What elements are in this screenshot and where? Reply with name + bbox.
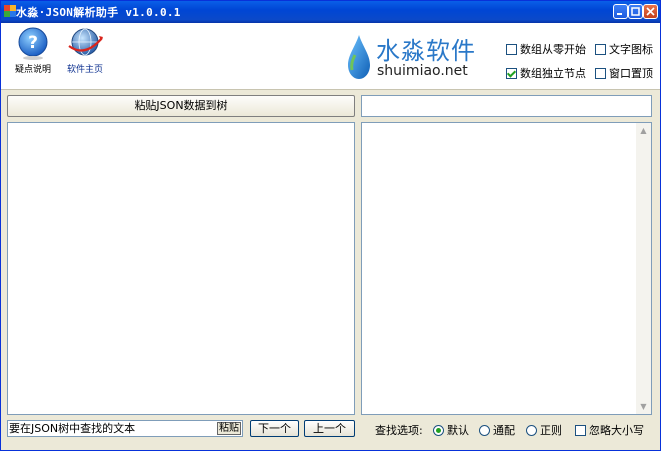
close-button[interactable] [643, 4, 658, 19]
scroll-down-icon[interactable]: ▼ [636, 399, 651, 414]
window-title: 水淼·JSON解析助手 v1.0.0.1 [16, 6, 181, 19]
app-logo-icon [4, 5, 16, 17]
checkbox-box[interactable] [595, 67, 606, 79]
radio-dot[interactable] [526, 424, 537, 436]
toolbar: ? 疑点说明 软件主页 水淼软件 shuimiao.net 数组从零开始 文字图… [1, 23, 660, 90]
search-mode-default-radio[interactable]: 默认 [433, 422, 469, 438]
search-input[interactable]: 要在JSON树中查找的文本 粘贴 [7, 420, 243, 437]
ignore-case-checkbox[interactable]: 忽略大小写 [575, 422, 644, 438]
question-icon: ? [18, 27, 48, 60]
node-path-field[interactable] [361, 95, 652, 117]
title-bar[interactable]: 水淼·JSON解析助手 v1.0.0.1 [1, 1, 660, 23]
search-options-label: 查找选项: [375, 424, 423, 437]
json-tree-view[interactable] [7, 122, 355, 415]
scroll-up-icon[interactable]: ▲ [636, 123, 651, 138]
text-icon-label: 文字图标 [609, 43, 653, 56]
find-previous-button[interactable]: 上一个 [304, 420, 355, 437]
help-tool-button[interactable]: ? 疑点说明 [7, 26, 59, 75]
brand-domain: shuimiao.net [377, 63, 468, 79]
search-mode-wildcard-label: 通配 [493, 424, 515, 437]
brand-name: 水淼软件 [376, 37, 476, 65]
checkbox-box[interactable] [575, 424, 586, 436]
vertical-scrollbar[interactable]: ▲ ▼ [636, 123, 651, 414]
globe-icon [68, 28, 103, 56]
close-icon [646, 7, 655, 16]
paste-json-to-tree-button[interactable]: 粘贴JSON数据到树 [7, 95, 355, 117]
search-mode-regex-label: 正则 [540, 424, 562, 437]
array-independent-node-label: 数组独立节点 [520, 67, 586, 80]
app-window: 水淼·JSON解析助手 v1.0.0.1 ? 疑点说明 软件主页 水淼软件 sh… [0, 0, 661, 451]
help-tool-label: 疑点说明 [14, 65, 51, 75]
search-mode-wildcard-radio[interactable]: 通配 [479, 422, 515, 438]
radio-dot-selected[interactable] [433, 424, 444, 436]
search-mode-regex-radio[interactable]: 正则 [526, 422, 562, 438]
minimize-button[interactable] [613, 4, 628, 19]
maximize-button[interactable] [628, 4, 643, 19]
checkbox-box[interactable] [506, 43, 517, 55]
ignore-case-label: 忽略大小写 [589, 424, 644, 437]
maximize-icon [631, 7, 640, 16]
search-input-text: 要在JSON树中查找的文本 [9, 422, 136, 435]
radio-dot[interactable] [479, 424, 490, 436]
water-drop-icon [348, 35, 370, 79]
window-top-label: 窗口置顶 [609, 67, 653, 80]
home-tool-button[interactable]: 软件主页 [59, 26, 111, 75]
search-paste-button[interactable]: 粘贴 [217, 422, 241, 435]
home-tool-label: 软件主页 [66, 65, 103, 75]
minimize-icon [617, 13, 622, 15]
find-next-button[interactable]: 下一个 [250, 420, 299, 437]
search-mode-default-label: 默认 [447, 424, 469, 437]
svg-text:?: ? [28, 33, 38, 53]
checkbox-box[interactable] [595, 43, 606, 55]
array-from-zero-checkbox[interactable]: 数组从零开始 [506, 41, 586, 57]
window-top-checkbox[interactable]: 窗口置顶 [595, 65, 653, 81]
checkbox-box-checked[interactable] [506, 67, 517, 79]
array-from-zero-label: 数组从零开始 [520, 43, 586, 56]
text-icon-checkbox[interactable]: 文字图标 [595, 41, 653, 57]
node-value-text-area[interactable]: ▲ ▼ [361, 122, 652, 415]
array-independent-node-checkbox[interactable]: 数组独立节点 [506, 65, 586, 81]
brand-logo: 水淼软件 shuimiao.net [343, 29, 483, 85]
